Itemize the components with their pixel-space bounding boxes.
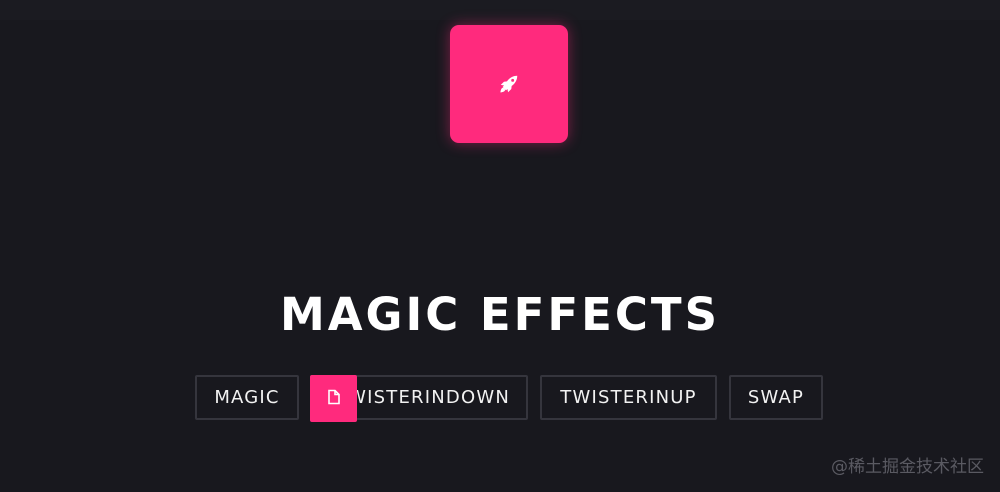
magic-button[interactable]: MAGIC xyxy=(195,375,299,420)
hero-animated-box xyxy=(450,25,568,143)
twisterinup-button[interactable]: TWISTERINUP xyxy=(540,375,717,420)
page: MAGIC EFFECTS MAGIC TWISTERINDOWN TWISTE… xyxy=(0,0,1000,492)
page-title: MAGIC EFFECTS xyxy=(279,288,721,341)
rocket-icon xyxy=(498,73,520,95)
top-bar xyxy=(0,0,1000,20)
animated-mini-box xyxy=(310,375,357,422)
watermark: @稀土掘金技术社区 xyxy=(831,457,984,477)
file-icon xyxy=(327,389,341,409)
effect-buttons: MAGIC TWISTERINDOWN TWISTERINUP SWAP xyxy=(0,375,1000,422)
swap-button[interactable]: SWAP xyxy=(729,375,823,420)
